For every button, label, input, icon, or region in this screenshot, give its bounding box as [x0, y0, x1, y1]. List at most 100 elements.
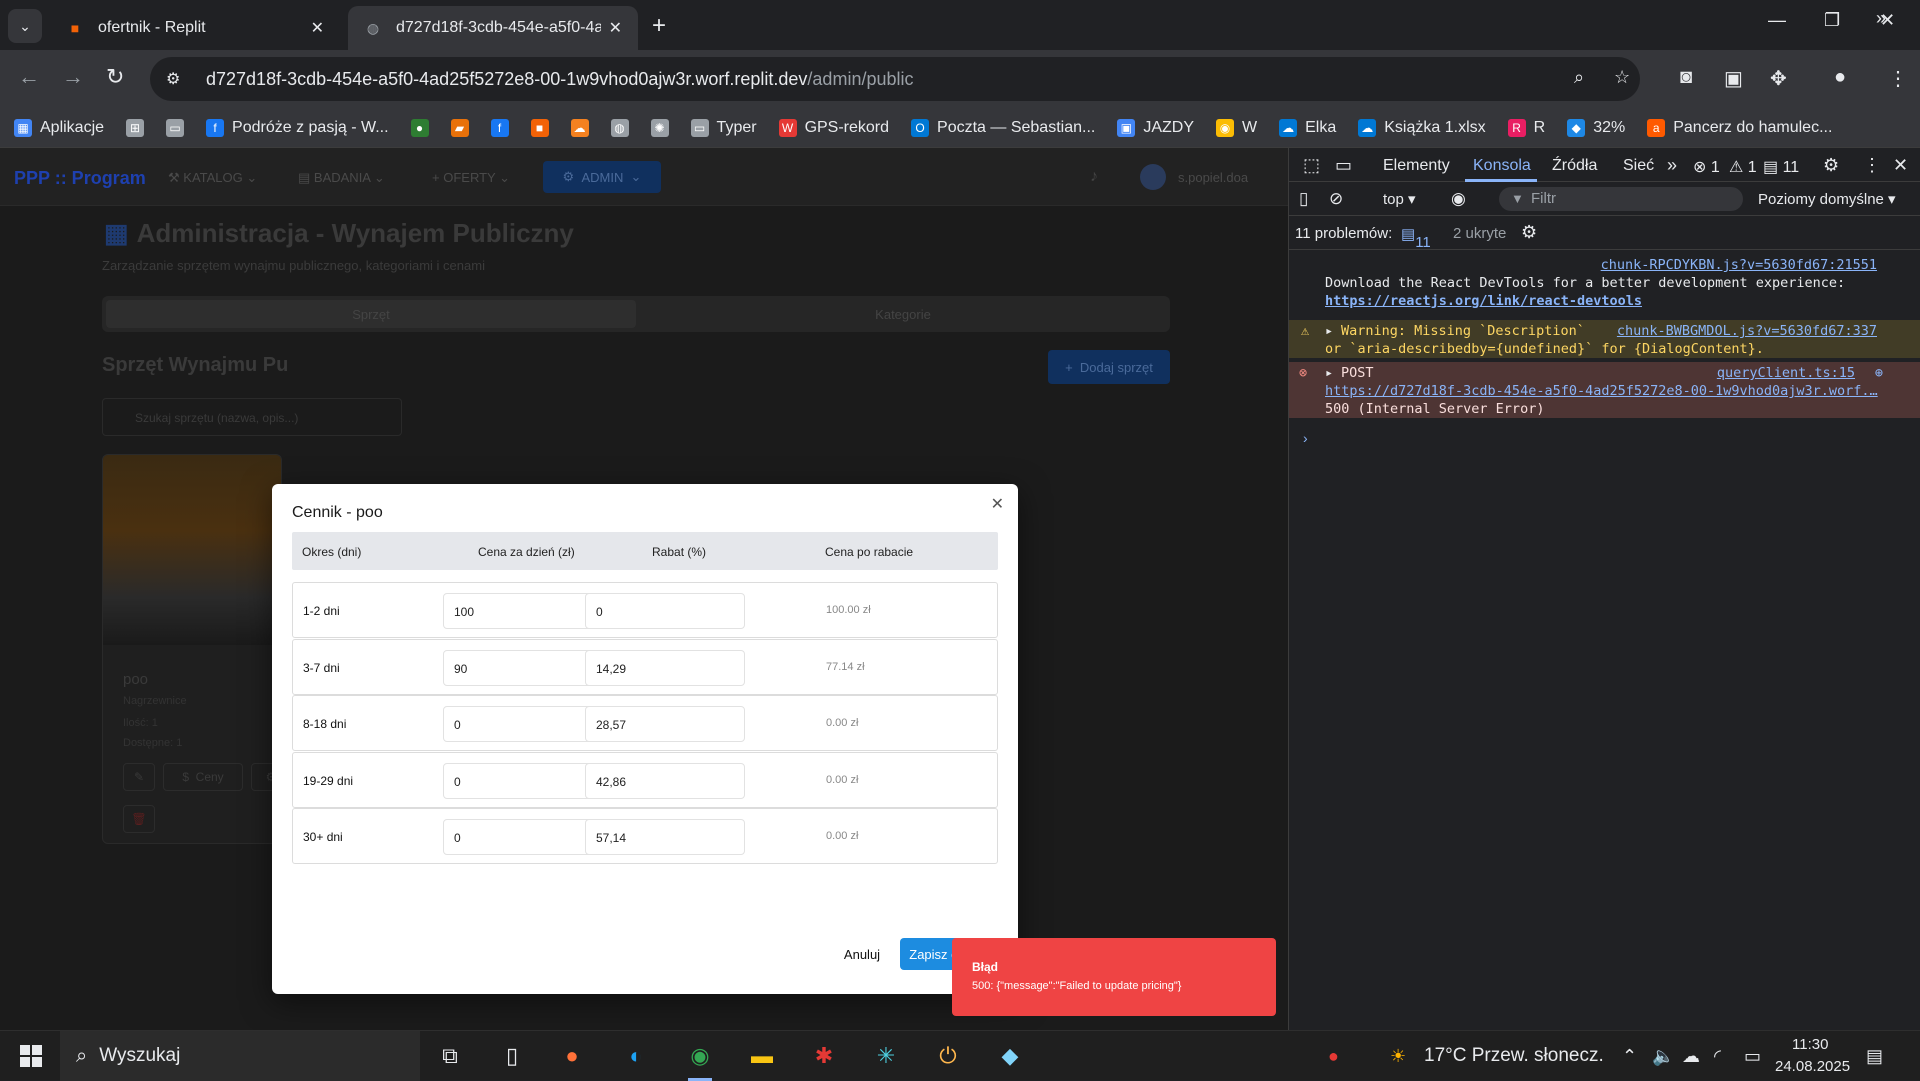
bookmark-item[interactable]: ⊞: [126, 118, 152, 137]
app-brand[interactable]: PPP :: Program: [14, 168, 146, 189]
onedrive-icon[interactable]: ☁: [1682, 1046, 1700, 1067]
tab-konsola[interactable]: Konsola: [1473, 157, 1531, 175]
chrome-icon[interactable]: ◉: [684, 1041, 716, 1081]
edit-button[interactable]: ✎: [123, 763, 155, 791]
error-url-link[interactable]: https://d727d18f-3cdb-454e-a5f0-4ad25f52…: [1325, 382, 1878, 400]
react-devtools-link[interactable]: https://reactjs.org/link/react-devtools: [1325, 292, 1642, 310]
tray-chevron-icon[interactable]: ⌃: [1622, 1046, 1637, 1067]
extensions-icon[interactable]: ✥: [1770, 66, 1787, 91]
back-icon[interactable]: ←: [18, 64, 40, 90]
issues-count[interactable]: ▤ 11: [1401, 225, 1431, 251]
screenshot-icon[interactable]: ◙: [1680, 66, 1692, 89]
delete-button[interactable]: 🗑: [123, 805, 155, 833]
warning-source-link[interactable]: chunk-BWBGMDOL.js?v=5630fd67:337: [1617, 322, 1877, 340]
nav-katalog[interactable]: ⚒ KATALOG ⌄: [168, 170, 257, 186]
bookmark-item[interactable]: ▰: [450, 118, 477, 137]
tab-sprzet[interactable]: Sprzęt: [106, 300, 636, 328]
user-name[interactable]: s.popiel.doa: [1178, 170, 1248, 185]
network-request-icon[interactable]: ⊕: [1875, 364, 1883, 382]
file-icon[interactable]: ▯: [496, 1041, 528, 1071]
bookmark-item[interactable]: ●: [410, 118, 437, 137]
context-selector[interactable]: top ▾: [1383, 190, 1416, 208]
weather-text[interactable]: 17°C Przew. słonecz.: [1424, 1045, 1604, 1067]
bell-icon[interactable]: ♪: [1090, 168, 1098, 186]
message-count-badge[interactable]: ▤ 11: [1763, 157, 1799, 177]
notifications-icon[interactable]: ▤: [1866, 1046, 1883, 1067]
more-tabs-icon[interactable]: »: [1667, 155, 1677, 176]
add-equipment-button[interactable]: + Dodaj sprzęt: [1048, 350, 1170, 384]
profile-avatar[interactable]: ●: [1834, 66, 1846, 89]
discount-input[interactable]: 14,29: [585, 649, 745, 686]
file-explorer-icon[interactable]: ▬: [746, 1041, 778, 1071]
nav-badania[interactable]: ▤ BADANIA ⌄: [298, 170, 385, 186]
console-prompt-icon[interactable]: ›: [1303, 430, 1308, 446]
cast-icon[interactable]: ▣: [1724, 66, 1743, 91]
volume-icon[interactable]: 🔈: [1652, 1046, 1674, 1067]
antivirus-icon[interactable]: ●: [1328, 1046, 1339, 1067]
close-icon[interactable]: ✕: [991, 494, 1004, 514]
live-expression-eye-icon[interactable]: ◉: [1451, 189, 1466, 209]
bookmark-item[interactable]: ■: [530, 118, 557, 137]
power-app-icon[interactable]: ⏻: [932, 1041, 964, 1071]
app-teal-icon[interactable]: ✳: [870, 1041, 902, 1071]
reload-icon[interactable]: ↻: [106, 64, 124, 90]
bookmark-item[interactable]: ☁ Książka 1.xlsx: [1358, 118, 1486, 137]
price-per-day-input[interactable]: 100: [443, 593, 603, 629]
bookmark-item[interactable]: ☁ Elka: [1279, 118, 1336, 137]
warning-count-badge[interactable]: ⚠ 1: [1729, 157, 1757, 177]
restore-icon[interactable]: ❐: [1824, 10, 1840, 31]
clear-console-icon[interactable]: ⊘: [1329, 189, 1343, 209]
bookmark-item[interactable]: ◉ W: [1216, 118, 1257, 137]
inspect-icon[interactable]: ⬚: [1303, 155, 1320, 176]
wifi-icon[interactable]: ◜: [1714, 1046, 1721, 1067]
bookmark-item[interactable]: ▭ Typer: [690, 118, 757, 137]
issues-settings-icon[interactable]: ⚙: [1521, 222, 1537, 243]
nav-admin[interactable]: ⚙ ADMIN ⌄: [543, 161, 661, 193]
bookmark-item[interactable]: ◍: [610, 118, 637, 137]
bookmark-item[interactable]: ▣ JAZDY: [1117, 118, 1194, 137]
user-avatar[interactable]: [1140, 164, 1166, 190]
browser-tab-ofertnik[interactable]: ■ ofertnik - Replit ✕: [50, 6, 340, 50]
expand-arrow-icon[interactable]: ▸: [1325, 322, 1333, 340]
price-per-day-input[interactable]: 0: [443, 819, 603, 855]
edge-icon[interactable]: ◐: [620, 1041, 652, 1071]
close-tab-icon[interactable]: ✕: [311, 18, 324, 38]
sidebar-toggle-icon[interactable]: ▯: [1299, 189, 1308, 209]
bookmark-item[interactable]: RR: [1507, 118, 1545, 137]
discount-input[interactable]: 57,14: [585, 819, 745, 855]
bookmark-star-icon[interactable]: ☆: [1614, 67, 1630, 88]
tab-elementy[interactable]: Elementy: [1383, 157, 1450, 175]
log-source-link[interactable]: chunk-RPCDYKBN.js?v=5630fd67:21551: [1601, 256, 1877, 274]
bookmark-item[interactable]: ◆ 32%: [1567, 118, 1625, 137]
clock-time[interactable]: 11:30: [1792, 1036, 1828, 1053]
close-tab-icon[interactable]: ✕: [609, 18, 622, 38]
price-per-day-input[interactable]: 0: [443, 762, 603, 799]
error-source-link[interactable]: queryClient.ts:15: [1717, 364, 1855, 382]
bookmark-item[interactable]: W GPS-rekord: [778, 118, 889, 137]
more-options-icon[interactable]: ⋮: [1863, 155, 1881, 176]
console-filter-input[interactable]: Filtr: [1499, 187, 1743, 211]
more-bookmarks-icon[interactable]: »: [1876, 8, 1886, 29]
browser-tab-active[interactable]: ◍ d727d18f-3cdb-454e-a5f0-4ad ✕: [348, 6, 638, 50]
bookmark-item[interactable]: ☁: [570, 118, 597, 137]
tab-zrodla[interactable]: Źródła: [1552, 157, 1597, 175]
nav-oferty[interactable]: + OFERTY ⌄: [432, 170, 510, 186]
discount-input[interactable]: 28,57: [585, 706, 745, 742]
log-levels-dropdown[interactable]: Poziomy domyślne ▾: [1758, 190, 1896, 208]
windows-start-icon[interactable]: [20, 1045, 42, 1067]
forward-icon[interactable]: →: [62, 64, 84, 90]
settings-icon[interactable]: ⚙: [1823, 155, 1839, 176]
firefox-icon[interactable]: ●: [556, 1041, 588, 1071]
tab-siec[interactable]: Sieć: [1623, 157, 1654, 175]
weather-icon[interactable]: ☀: [1390, 1046, 1406, 1067]
app-red-icon[interactable]: ✱: [808, 1041, 840, 1071]
minimize-icon[interactable]: —: [1768, 10, 1786, 31]
app-blue-icon[interactable]: ◆: [994, 1041, 1026, 1071]
prices-button[interactable]: $ Ceny: [163, 763, 243, 791]
discount-input[interactable]: 42,86: [585, 762, 745, 799]
equipment-search-input[interactable]: Szukaj sprzętu (nazwa, opis...): [102, 398, 402, 436]
bookmark-item[interactable]: f Podróże z pasją - W...: [206, 118, 389, 137]
close-devtools-icon[interactable]: ✕: [1893, 155, 1908, 176]
site-info-icon[interactable]: ⚙: [166, 69, 190, 89]
tab-search-icon[interactable]: ⌄: [8, 9, 42, 43]
